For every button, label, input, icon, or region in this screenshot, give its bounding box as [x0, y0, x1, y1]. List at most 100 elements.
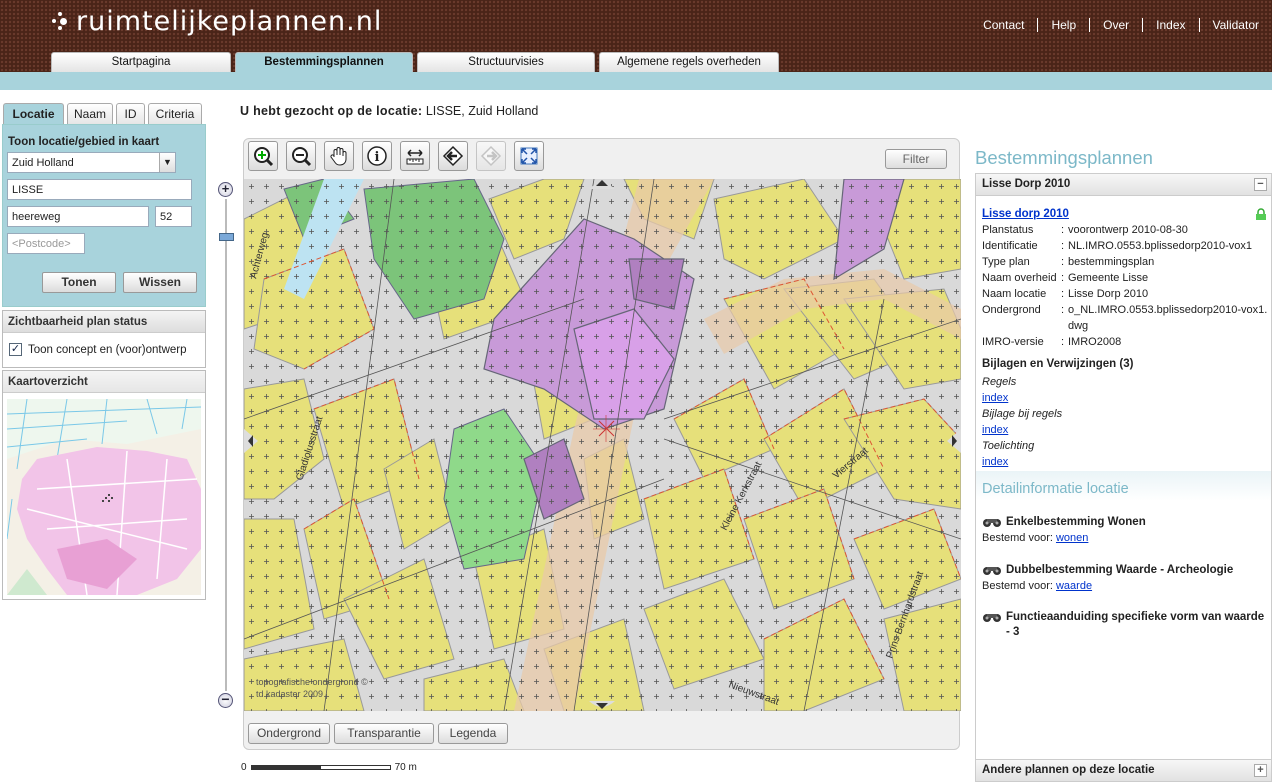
property-value: Gemeente Lisse — [1068, 272, 1149, 284]
site-logo[interactable]: ruimtelijkeplannen.nl — [50, 5, 382, 37]
tab-startpagina[interactable]: Startpagina — [51, 52, 231, 72]
overview-box: Kaartoverzicht — [2, 370, 206, 600]
over-link[interactable]: Over — [1089, 18, 1142, 32]
collapse-icon[interactable]: − — [1254, 178, 1267, 191]
plan-details: Lisse dorp 2010 Planstatus: voorontwerp 2… — [982, 206, 1270, 470]
other-plans-header[interactable]: Andere plannen op deze locatie + — [976, 759, 1271, 781]
expand-icon[interactable]: + — [1254, 764, 1267, 777]
detail-link[interactable]: waarde — [1056, 580, 1092, 592]
svg-text:i: i — [375, 150, 380, 165]
property-key: IMRO-versie — [982, 336, 1044, 348]
status-checkbox[interactable]: ✓ — [9, 343, 22, 356]
logo-dots-icon — [50, 10, 72, 32]
plan-property: Naam locatie: Lisse Dorp 2010 — [982, 288, 1149, 300]
right-panel: Bestemmingsplannen Lisse Dorp 2010 − Lis… — [975, 146, 1272, 782]
property-value: NL.IMRO.0553.bplissedorp2010-vox1 — [1068, 240, 1253, 252]
plan-property: Planstatus: voorontwerp 2010-08-30 — [982, 224, 1188, 236]
tab-criteria[interactable]: Criteria — [148, 103, 202, 124]
map-svg: Gladiolusstraat Kleine Kerkstraat Vierst… — [244, 179, 961, 711]
binoculars-icon — [983, 519, 1001, 527]
info-icon[interactable]: i — [362, 141, 392, 171]
property-key: Identificatie — [982, 240, 1038, 252]
contact-link[interactable]: Contact — [970, 18, 1037, 32]
detail-item: Dubbelbestemming Waarde - Archeologie Be… — [982, 564, 1234, 592]
zoom-in-map-icon[interactable]: + — [218, 182, 233, 197]
tab-structuurvisies[interactable]: Structuurvisies — [417, 52, 595, 72]
attachment-link[interactable]: index — [982, 390, 1270, 406]
property-value: o_NL.IMRO.0553.bplissedorp2010-vox1.dwg — [1068, 304, 1268, 332]
clear-button[interactable]: Wissen — [123, 272, 197, 293]
legenda-button[interactable]: Legenda — [438, 723, 508, 744]
copyright-line-1: topografische ondergrond © — [256, 677, 368, 687]
search-tabs: Locatie Naam ID Criteria — [3, 103, 205, 125]
validator-link[interactable]: Validator — [1198, 18, 1272, 32]
chevron-down-icon: ▼ — [159, 153, 175, 172]
scale-start: 0 — [241, 762, 247, 773]
scale-bar: 0 70 m — [241, 762, 417, 773]
property-value: IMRO2008 — [1068, 336, 1122, 348]
back-icon[interactable] — [438, 141, 468, 171]
property-key: Ondergrond — [982, 304, 1041, 316]
index-link[interactable]: Index — [1142, 18, 1198, 32]
zoom-out-icon[interactable] — [286, 141, 316, 171]
binoculars-icon — [983, 567, 1001, 575]
help-link[interactable]: Help — [1037, 18, 1089, 32]
site-header: ruimtelijkeplannen.nl Contact Help Over … — [0, 0, 1272, 72]
status-title: Zichtbaarheid plan status — [3, 311, 205, 333]
tab-naam[interactable]: Naam — [67, 103, 113, 124]
map-bottom-buttons: Ondergrond Transparantie Legenda — [248, 723, 512, 744]
map-frame: i Filter Gladiolusstraat Kleine Kerkstra… — [243, 138, 961, 750]
number-field[interactable]: 52 — [155, 206, 192, 227]
attachment-label: Bijlage bij regels — [982, 408, 1063, 420]
transparantie-button[interactable]: Transparantie — [334, 723, 434, 744]
province-select[interactable]: Zuid Holland ▼ — [7, 152, 176, 173]
search-result-label: U hebt gezocht op de locatie: — [240, 104, 423, 118]
plan-property: Ondergrond: o_NL.IMRO.0553.bplissedorp201… — [982, 302, 1270, 334]
map-canvas[interactable]: Gladiolusstraat Kleine Kerkstraat Vierst… — [244, 179, 961, 711]
binoculars-icon — [983, 614, 1001, 622]
fullextent-icon[interactable] — [514, 141, 544, 171]
postcode-field[interactable]: <Postcode> — [7, 233, 85, 254]
tab-algemene-regels[interactable]: Algemene regels overheden — [599, 52, 779, 72]
property-key: Naam overheid — [982, 272, 1057, 284]
ondergrond-button[interactable]: Ondergrond — [248, 723, 330, 744]
tab-band — [0, 72, 1272, 90]
property-key: Naam locatie — [982, 288, 1047, 300]
logo-text: ruimtelijkeplannen.nl — [76, 5, 383, 37]
zoom-slider-handle[interactable] — [219, 233, 234, 241]
detail-link[interactable]: wonen — [1056, 532, 1088, 544]
plan-property: Type plan: bestemmingsplan — [982, 256, 1155, 268]
property-value: Lisse Dorp 2010 — [1068, 288, 1149, 300]
copyright-line-2: td kadaster 2009 — [256, 689, 323, 699]
main-tabs: Startpagina Bestemmingsplannen Structuur… — [51, 52, 783, 72]
search-result-value: LISSE, Zuid Holland — [425, 104, 539, 118]
detail-title: Detailinformatie locatie — [982, 481, 1129, 497]
zoom-out-map-icon[interactable]: − — [218, 692, 233, 708]
plan-section-header[interactable]: Lisse Dorp 2010 − — [976, 174, 1271, 196]
plan-link[interactable]: Lisse dorp 2010 — [982, 206, 1270, 222]
plan-property: Identificatie: NL.IMRO.0553.bplissedorp20… — [982, 240, 1253, 252]
top-links: Contact Help Over Index Validator — [970, 18, 1272, 32]
show-button[interactable]: Tonen — [42, 272, 116, 293]
overview-map[interactable] — [7, 399, 201, 595]
filter-button[interactable]: Filter — [885, 149, 947, 169]
zoom-slider-track[interactable] — [225, 199, 227, 691]
forward-icon[interactable] — [476, 141, 506, 171]
city-field[interactable]: LISSE — [7, 179, 192, 200]
street-field[interactable]: heereweg — [7, 206, 149, 227]
property-value: voorontwerp 2010-08-30 — [1068, 224, 1188, 236]
tab-id[interactable]: ID — [116, 103, 145, 124]
attachment-link[interactable]: index — [982, 454, 1270, 470]
measure-icon[interactable] — [400, 141, 430, 171]
search-result: U hebt gezocht op de locatie: LISSE, Zui… — [240, 104, 538, 118]
pan-hand-icon[interactable] — [324, 141, 354, 171]
overview-title: Kaartoverzicht — [3, 371, 205, 393]
tab-bestemmingsplannen[interactable]: Bestemmingsplannen — [235, 52, 413, 72]
right-panel-title: Bestemmingsplannen — [975, 147, 1153, 168]
zoom-in-icon[interactable] — [248, 141, 278, 171]
attachment-link[interactable]: index — [982, 422, 1270, 438]
map-toolbar: i — [248, 141, 552, 171]
attachments-title: Bijlagen en Verwijzingen (3) — [982, 358, 1134, 370]
detail-item: Functieaanduiding specifieke vorm van wa… — [982, 610, 1267, 640]
tab-locatie[interactable]: Locatie — [3, 103, 64, 125]
